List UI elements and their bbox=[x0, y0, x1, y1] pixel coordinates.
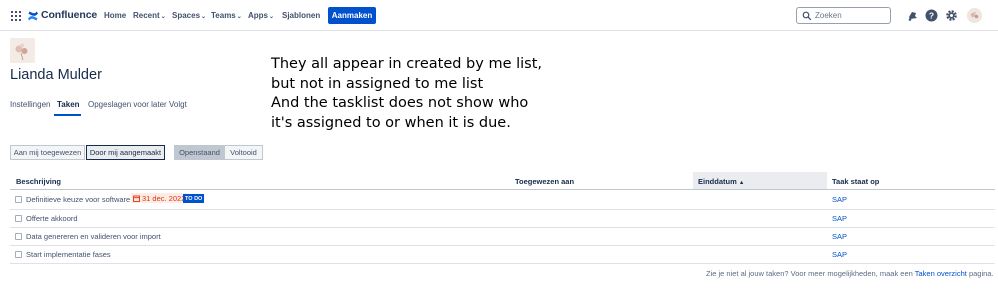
open-filter-button[interactable]: Openstaand bbox=[174, 145, 225, 160]
svg-text:?: ? bbox=[929, 11, 934, 21]
calendar-icon bbox=[133, 195, 140, 202]
profile-avatar bbox=[10, 38, 35, 63]
tab-tasks[interactable]: Taken bbox=[57, 100, 80, 109]
table-row: Data genereren en valideren voor import … bbox=[10, 228, 995, 246]
created-by-me-button[interactable]: Door mij aangemaakt bbox=[86, 145, 165, 160]
help-icon[interactable]: ? bbox=[925, 9, 938, 22]
annotation-line: but not in assigned to me list bbox=[271, 75, 484, 92]
nav-spaces[interactable]: Spaces⌄ bbox=[172, 11, 206, 20]
nav-apps[interactable]: Apps⌄ bbox=[248, 11, 274, 20]
column-header-description[interactable]: Beschrijving bbox=[16, 177, 61, 186]
sort-ascending-icon: ▲ bbox=[738, 180, 745, 186]
settings-icon[interactable] bbox=[945, 9, 958, 22]
table-row: Definitieve keuze voor software 31 dec. … bbox=[10, 191, 995, 209]
active-tab-indicator bbox=[54, 114, 81, 116]
column-header-due-date[interactable]: Einddatum ▲ bbox=[698, 177, 744, 186]
notification-icon[interactable] bbox=[906, 9, 919, 22]
due-date-lozenge[interactable]: 31 dec. 2022 bbox=[131, 193, 188, 203]
avatar[interactable] bbox=[967, 8, 982, 23]
search-input[interactable] bbox=[815, 10, 887, 21]
task-description: Start implementatie fases bbox=[26, 250, 111, 259]
search-box[interactable] bbox=[796, 7, 891, 24]
table-row: Offerte akkoord SAP bbox=[10, 210, 995, 228]
chevron-down-icon: ⌄ bbox=[236, 14, 242, 20]
nav-teams[interactable]: Teams⌄ bbox=[211, 11, 242, 20]
annotation-text: They all appear in created by me list, b… bbox=[271, 55, 542, 134]
footer-note: Zie je niet al jouw taken? Voor meer mog… bbox=[706, 269, 994, 278]
completed-filter-button[interactable]: Voltooid bbox=[224, 145, 263, 160]
create-button[interactable]: Aanmaken bbox=[328, 7, 376, 24]
annotation-line: They all appear in created by me list, bbox=[271, 56, 543, 72]
top-navigation: Confluence Home Recent⌄ Spaces⌄ Teams⌄ A… bbox=[0, 0, 998, 31]
annotation-line: it's assigned to or when it is due. bbox=[271, 115, 511, 132]
task-checkbox[interactable] bbox=[15, 215, 22, 222]
nav-home[interactable]: Home bbox=[104, 11, 126, 20]
nav-templates[interactable]: Sjablonen bbox=[282, 11, 320, 20]
chevron-down-icon: ⌄ bbox=[201, 14, 207, 20]
table-row: Start implementatie fases SAP bbox=[10, 246, 995, 264]
tab-saved-for-later[interactable]: Opgeslagen voor later bbox=[88, 100, 167, 109]
space-link[interactable]: SAP bbox=[832, 214, 847, 223]
task-description: Data genereren en valideren voor import bbox=[26, 232, 161, 241]
task-overview-link[interactable]: Taken overzicht bbox=[915, 269, 967, 278]
tab-following[interactable]: Volgt bbox=[169, 100, 187, 109]
task-checkbox[interactable] bbox=[15, 196, 22, 203]
task-description: Definitieve keuze voor software bbox=[26, 195, 131, 204]
status-badge: TO DO bbox=[183, 194, 205, 203]
assigned-to-me-button[interactable]: Aan mij toegewezen bbox=[10, 145, 85, 160]
space-link[interactable]: SAP bbox=[832, 232, 847, 241]
column-header-space[interactable]: Taak staat op bbox=[832, 177, 879, 186]
chevron-down-icon: ⌄ bbox=[269, 14, 275, 20]
column-header-assigned[interactable]: Toegewezen aan bbox=[515, 177, 574, 186]
task-checkbox[interactable] bbox=[15, 251, 22, 258]
annotation-line: And the tasklist does not show who bbox=[271, 95, 529, 112]
confluence-logo-text[interactable]: Confluence bbox=[41, 9, 97, 21]
task-checkbox[interactable] bbox=[15, 233, 22, 240]
task-description: Offerte akkoord bbox=[26, 214, 78, 223]
confluence-logo-icon[interactable] bbox=[27, 10, 39, 22]
app-switcher-icon[interactable] bbox=[11, 11, 21, 21]
space-link[interactable]: SAP bbox=[832, 195, 847, 204]
table-header-divider bbox=[10, 189, 995, 190]
chevron-down-icon: ⌄ bbox=[160, 14, 166, 20]
search-icon bbox=[802, 11, 812, 21]
row-divider bbox=[10, 263, 995, 264]
space-link[interactable]: SAP bbox=[832, 250, 847, 259]
profile-name: Lianda Mulder bbox=[10, 67, 102, 83]
nav-recent[interactable]: Recent⌄ bbox=[133, 11, 166, 20]
tab-settings[interactable]: Instellingen bbox=[10, 100, 50, 109]
